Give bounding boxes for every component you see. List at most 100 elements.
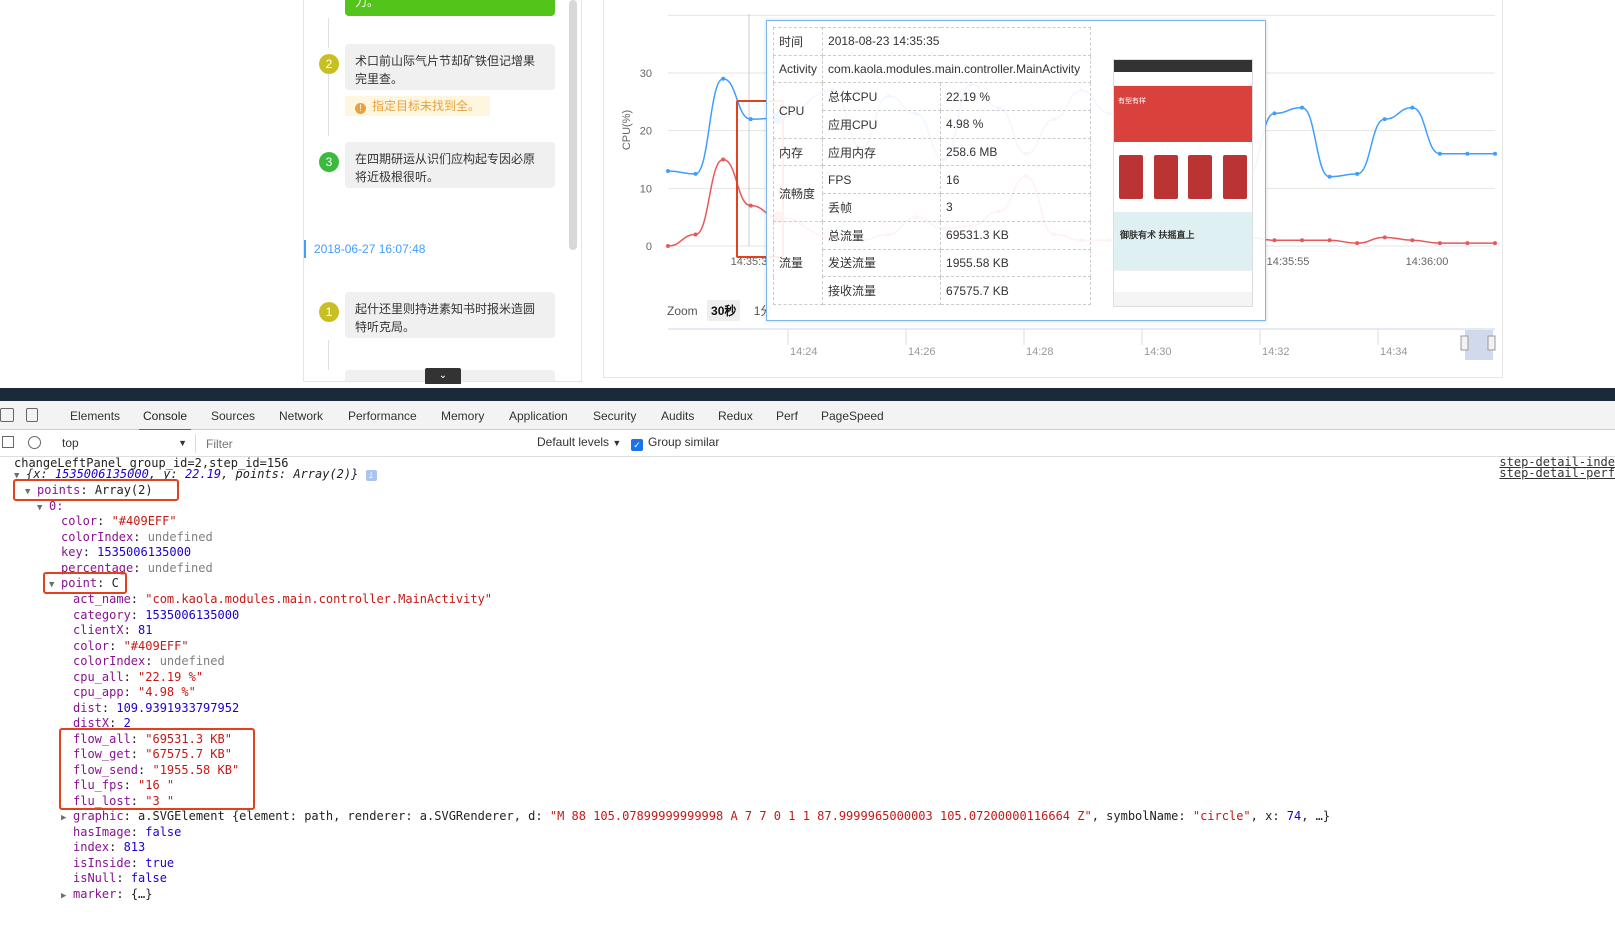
tab-audits[interactable]: Audits bbox=[661, 409, 694, 423]
checkbox-checked-icon[interactable]: ✓ bbox=[631, 439, 643, 451]
navigator-tick-label: 14:34 bbox=[1380, 346, 1408, 358]
prop-row: color: "#409EFF" bbox=[61, 514, 177, 528]
data-point bbox=[1355, 171, 1360, 176]
tooltip-value: 16 bbox=[940, 165, 1092, 195]
chart-tooltip: 时间 2018-08-23 14:35:35 Activity com.kaola.m… bbox=[766, 20, 1266, 321]
data-point bbox=[1465, 241, 1470, 246]
tooltip-label: 应用CPU bbox=[822, 110, 942, 139]
tooltip-row: 时间 2018-08-23 14:35:35 bbox=[772, 27, 1092, 56]
tab-perf[interactable]: Perf bbox=[776, 409, 798, 423]
data-point bbox=[1355, 241, 1360, 246]
filter-input[interactable] bbox=[206, 434, 528, 453]
graphic-row[interactable]: ▶ graphic: a.SVGElement {element: path, r… bbox=[61, 808, 1330, 826]
navigator-tick-label: 14:30 bbox=[1144, 346, 1172, 358]
prop-row: key: 1535006135000 bbox=[61, 545, 192, 559]
tab-application[interactable]: Application bbox=[509, 409, 568, 423]
tooltip-label: FPS bbox=[822, 165, 942, 195]
prop-row: isInside: true bbox=[73, 856, 175, 870]
app-screenshot-thumbnail: 有型有样 御肤有术 扶摇直上 bbox=[1113, 59, 1253, 307]
data-point bbox=[666, 244, 670, 248]
expand-triangle-icon[interactable]: ▶ bbox=[61, 888, 73, 904]
data-point bbox=[1465, 151, 1470, 156]
tooltip-row: 内存 应用内存 258.6 MB bbox=[772, 137, 1092, 167]
prop-row: cpu_all: "22.19 %" bbox=[73, 670, 204, 684]
tooltip-value: 69531.3 KB bbox=[940, 220, 1092, 250]
data-point bbox=[1493, 151, 1497, 156]
tooltip-value: 1955.58 KB bbox=[940, 248, 1092, 278]
tab-pagespeed[interactable]: PageSpeed bbox=[821, 409, 884, 423]
tooltip-group: 流量 bbox=[772, 220, 824, 305]
y-axis: 30 20 10 0 bbox=[640, 68, 652, 253]
device-toggle-icon[interactable] bbox=[26, 408, 38, 422]
tooltip-value: 2018-08-23 14:35:35 bbox=[822, 27, 1092, 56]
data-point bbox=[721, 76, 726, 81]
zoom-30s-button[interactable]: 30秒 bbox=[707, 300, 741, 321]
prop-row: dist: 109.9391933797952 bbox=[73, 701, 240, 715]
tooltip-group: CPU bbox=[772, 82, 824, 139]
source-link[interactable]: step-detail-perf bbox=[1499, 466, 1615, 480]
tooltip-value: 4.98 % bbox=[940, 110, 1092, 139]
expand-triangle-icon[interactable]: ▶ bbox=[61, 810, 73, 826]
phone-search-bar bbox=[1114, 72, 1252, 86]
data-point bbox=[1327, 238, 1332, 243]
expand-triangle-icon[interactable]: ▼ bbox=[37, 500, 49, 516]
tab-elements[interactable]: Elements bbox=[70, 409, 120, 423]
navigator-tick-label: 14:24 bbox=[790, 346, 818, 358]
inspect-icon[interactable] bbox=[0, 408, 14, 422]
navigator-handle-left bbox=[1460, 335, 1469, 351]
tooltip-group: 时间 bbox=[772, 27, 824, 56]
sidebar-toggle-icon[interactable] bbox=[2, 436, 14, 448]
tooltip-label: 发送流量 bbox=[822, 248, 942, 278]
navigator-tick-label: 14:28 bbox=[1026, 346, 1054, 358]
prop-row: isNull: false bbox=[73, 871, 167, 885]
prop-row: color: "#409EFF" bbox=[73, 639, 189, 653]
tooltip-label: 接收流量 bbox=[822, 276, 942, 305]
data-point bbox=[1272, 111, 1277, 116]
context-select[interactable]: top ▼ bbox=[58, 434, 196, 453]
navigator-handle-right bbox=[1487, 335, 1496, 351]
data-point bbox=[666, 169, 670, 174]
tooltip-label: 总体CPU bbox=[822, 82, 942, 112]
prop-row: colorIndex: undefined bbox=[73, 654, 225, 668]
tab-security[interactable]: Security bbox=[593, 409, 636, 423]
prop-row: cpu_app: "4.98 %" bbox=[73, 685, 196, 699]
tab-console[interactable]: Console bbox=[138, 409, 192, 431]
y-tick-label: 0 bbox=[646, 241, 652, 253]
data-point bbox=[1327, 174, 1332, 179]
tab-sources[interactable]: Sources bbox=[211, 409, 255, 423]
group-similar-toggle[interactable]: ✓ Group similar bbox=[631, 435, 719, 451]
tooltip-group: 流畅度 bbox=[772, 165, 824, 222]
data-point bbox=[693, 232, 698, 237]
tab-performance[interactable]: Performance bbox=[348, 409, 417, 423]
data-point bbox=[1300, 238, 1305, 243]
tab-memory[interactable]: Memory bbox=[441, 409, 484, 423]
prop-row: index: 813 bbox=[73, 840, 146, 854]
prop-row: clientX: 81 bbox=[73, 623, 153, 637]
tooltip-row: Activity com.kaola.modules.main.controlle… bbox=[772, 54, 1092, 84]
data-point bbox=[1382, 117, 1387, 122]
data-point bbox=[1300, 105, 1305, 110]
console-output: changeLeftPanel group_id=2,step_id=156 s… bbox=[0, 455, 1615, 930]
data-point bbox=[1382, 235, 1387, 240]
y-tick-label: 10 bbox=[640, 183, 652, 195]
clear-console-icon[interactable] bbox=[28, 436, 41, 449]
tooltip-label: 总流量 bbox=[822, 220, 942, 250]
navigator[interactable]: 14:24 14:26 14:28 14:30 14:32 14:34 bbox=[668, 328, 1496, 360]
prop-row: act_name: "com.kaola.modules.main.contro… bbox=[73, 592, 493, 606]
dropdown-arrow-icon: ▼ bbox=[178, 438, 187, 448]
phone-nav-bar bbox=[1114, 270, 1252, 292]
tab-network[interactable]: Network bbox=[279, 409, 323, 423]
data-point bbox=[693, 171, 698, 176]
console-toolbar: top ▼ Default levels ▼ ✓ Group similar bbox=[0, 430, 1615, 457]
data-point bbox=[1493, 241, 1497, 246]
app-top-area: 力。 2 术口前山际气片节却矿铁但记增果完里查。 ! 指定目标未找到全。 3 在四… bbox=[0, 0, 1615, 388]
tooltip-value: 3 bbox=[940, 193, 1092, 222]
marker-row[interactable]: ▶ marker: {…} bbox=[61, 886, 153, 904]
tooltip-group: 内存 bbox=[772, 137, 824, 167]
tab-redux[interactable]: Redux bbox=[718, 409, 753, 423]
data-point bbox=[1437, 151, 1442, 156]
y-axis-label: CPU(%) bbox=[621, 110, 633, 150]
data-point bbox=[1410, 238, 1415, 243]
phone-status-bar bbox=[1114, 60, 1252, 72]
log-levels-select[interactable]: Default levels ▼ bbox=[537, 435, 621, 449]
